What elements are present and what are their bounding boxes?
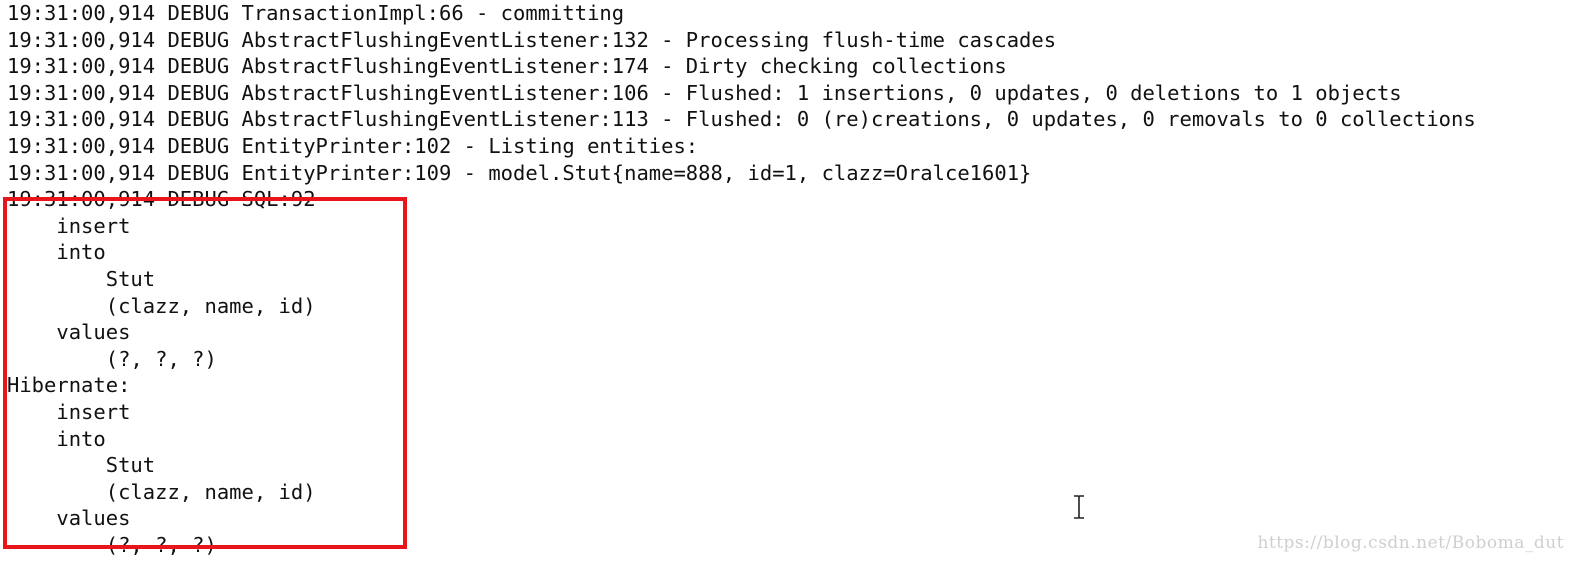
- log-line: insert: [7, 399, 143, 424]
- log-text: 19:31:00,914 DEBUG TransactionImpl:66 - …: [7, 0, 1476, 558]
- log-line: 19:31:00,914 DEBUG EntityPrinter:109 - m…: [7, 160, 1032, 185]
- text-ibeam-cursor-icon: [1074, 495, 1084, 519]
- log-line: Stut: [7, 453, 156, 478]
- log-line: into: [7, 426, 106, 451]
- log-line: 19:31:00,914 DEBUG AbstractFlushingEvent…: [7, 107, 1476, 132]
- log-line: 19:31:00,914 DEBUG AbstractFlushingEvent…: [7, 80, 1402, 105]
- log-line: 19:31:00,914 DEBUG TransactionImpl:66 - …: [7, 1, 625, 25]
- log-line: 19:31:00,914 DEBUG AbstractFlushingEvent…: [7, 27, 1057, 52]
- log-line: values: [7, 320, 131, 345]
- watermark: https://blog.csdn.net/Boboma_dut: [1257, 533, 1564, 553]
- log-line: 19:31:00,914 DEBUG SQL:92 -: [7, 187, 353, 212]
- log-line: (clazz, name, id): [7, 293, 328, 318]
- log-line: 19:31:00,914 DEBUG AbstractFlushingEvent…: [7, 54, 1007, 79]
- log-line: Stut: [7, 266, 156, 291]
- log-line: (clazz, name, id): [7, 479, 328, 504]
- log-line: insert: [7, 213, 143, 238]
- log-line: (?, ?, ?): [7, 346, 217, 371]
- log-line: (?, ?, ?): [7, 532, 217, 557]
- log-line: values: [7, 506, 131, 531]
- log-line: Hibernate:: [7, 373, 143, 398]
- console-output[interactable]: 19:31:00,914 DEBUG TransactionImpl:66 - …: [0, 0, 1594, 567]
- log-line: into: [7, 240, 106, 265]
- log-line: 19:31:00,914 DEBUG EntityPrinter:102 - L…: [7, 133, 699, 158]
